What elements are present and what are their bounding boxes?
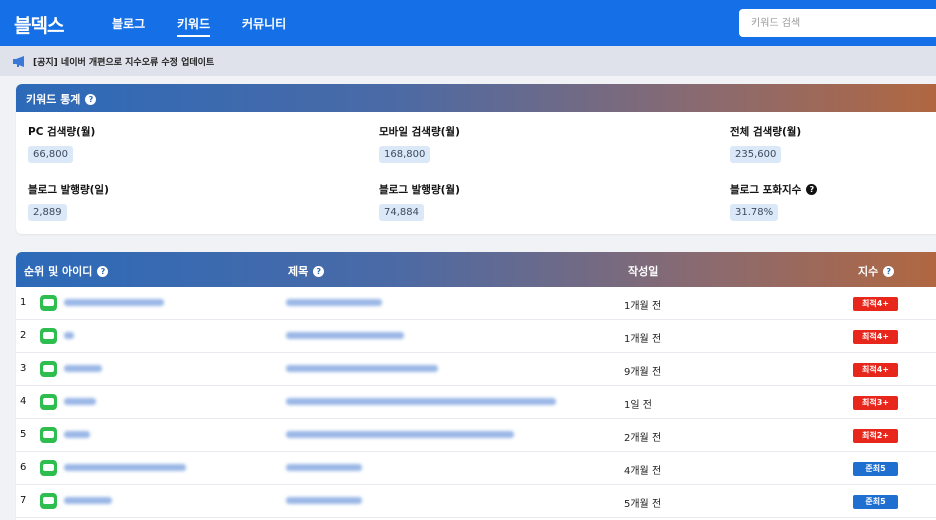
notice-bar[interactable]: [공지] 네이버 개편으로 지수오류 수정 업데이트 [0,46,936,76]
stat-value: 2,889 [28,204,67,221]
post-date: 4개월 전 [624,466,662,477]
keyword-stats-card: 키워드 통계? PC 검색량(월) 66,800 모바일 검색량(월) 168,… [16,84,936,234]
app-logo[interactable]: 블덱스 [14,11,64,38]
keyword-stats-header: 키워드 통계? [16,84,936,112]
stat-label: PC 검색량(월) [28,126,96,138]
stat-total-search: 전체 검색량(월) 235,600 [730,124,801,163]
column-header-date: 작성일 [628,265,659,278]
post-date: 1일 전 [624,400,652,411]
post-date: 1개월 전 [624,334,662,345]
blog-icon [40,460,57,476]
rank-number: 7 [20,495,27,506]
stat-value: 235,600 [730,146,782,163]
ranking-table: 순위 및 아이디? 제목? 작성일 지수? 1 1개월 전 최적4+ 2 1개월… [16,252,936,520]
index-badge: 최적3+ [853,396,898,410]
table-row[interactable]: 2 1개월 전 최적4+ [16,320,936,353]
rank-number: 5 [20,429,27,440]
help-icon[interactable]: ? [313,266,325,277]
rank-number: 2 [20,330,27,341]
stat-value: 168,800 [379,146,431,163]
stat-label: 블로그 발행량(월) [379,184,460,196]
column-header-index: 지수? [858,263,895,279]
stat-label: 블로그 포화지수? [730,182,818,197]
stat-blog-daily: 블로그 발행량(일) 2,889 [28,182,109,221]
table-row[interactable]: 5 2개월 전 최적2+ [16,419,936,452]
table-row[interactable]: 1 1개월 전 최적4+ [16,287,936,320]
stat-pc-search: PC 검색량(월) 66,800 [28,124,95,163]
post-title-link[interactable] [286,365,438,372]
help-icon[interactable]: ? [806,184,818,195]
blog-icon [40,427,57,443]
blog-icon [40,295,57,311]
rank-number: 3 [20,363,27,374]
table-row[interactable]: 3 9개월 전 최적4+ [16,353,936,386]
post-date: 2개월 전 [624,433,662,444]
post-title-link[interactable] [286,464,362,471]
column-header-title: 제목? [288,263,325,279]
keyword-search-input[interactable] [739,9,936,37]
stat-value: 31.78% [730,204,779,221]
megaphone-icon [13,56,24,67]
stat-saturation: 블로그 포화지수? 31.78% [730,182,818,221]
post-date: 5개월 전 [624,499,662,510]
index-badge: 최적4+ [853,363,898,377]
index-badge: 준최5 [853,495,898,509]
table-row[interactable]: 7 5개월 전 준최5 [16,485,936,518]
index-badge: 준최5 [853,462,898,476]
blog-icon [40,394,57,410]
post-date: 1개월 전 [624,301,662,312]
stat-value: 66,800 [28,146,73,163]
rank-number: 6 [20,462,27,473]
post-date: 9개월 전 [624,367,662,378]
stat-mobile-search: 모바일 검색량(월) 168,800 [379,124,460,163]
blog-id-link[interactable] [64,398,96,405]
index-badge: 최적2+ [853,429,898,443]
blog-id-link[interactable] [64,332,74,339]
blog-id-link[interactable] [64,431,90,438]
index-badge: 최적4+ [853,330,898,344]
post-title-link[interactable] [286,332,404,339]
post-title-link[interactable] [286,431,514,438]
table-header: 순위 및 아이디? 제목? 작성일 지수? [16,252,936,287]
blog-icon [40,328,57,344]
notice-text: [공지] 네이버 개편으로 지수오류 수정 업데이트 [33,58,215,68]
index-badge: 최적4+ [853,297,898,311]
stat-label: 모바일 검색량(월) [379,126,460,138]
rank-number: 1 [20,297,27,308]
help-icon[interactable]: ? [883,266,895,277]
blog-id-link[interactable] [64,497,112,504]
table-row[interactable]: 4 1일 전 최적3+ [16,386,936,419]
nav-community[interactable]: 커뮤니티 [242,15,286,32]
blog-id-link[interactable] [64,299,164,306]
top-navigation-bar: 블덱스 블로그 키워드 커뮤니티 [0,0,936,46]
post-title-link[interactable] [286,497,362,504]
blog-id-link[interactable] [64,365,102,372]
help-icon[interactable]: ? [85,94,97,105]
column-header-rank: 순위 및 아이디? [24,263,109,279]
stat-label: 블로그 발행량(일) [28,184,109,196]
post-title-link[interactable] [286,398,556,405]
stat-value: 74,884 [379,204,424,221]
help-icon[interactable]: ? [97,266,109,277]
stat-label: 전체 검색량(월) [730,126,802,138]
rank-number: 4 [20,396,27,407]
post-title-link[interactable] [286,299,382,306]
stat-blog-monthly: 블로그 발행량(월) 74,884 [379,182,460,221]
nav-blog[interactable]: 블로그 [112,15,145,32]
keyword-stats-title: 키워드 통계? [26,91,97,107]
nav-keyword[interactable]: 키워드 [177,15,211,37]
table-row[interactable]: 6 4개월 전 준최5 [16,452,936,485]
blog-icon [40,361,57,377]
blog-id-link[interactable] [64,464,186,471]
blog-icon [40,493,57,509]
